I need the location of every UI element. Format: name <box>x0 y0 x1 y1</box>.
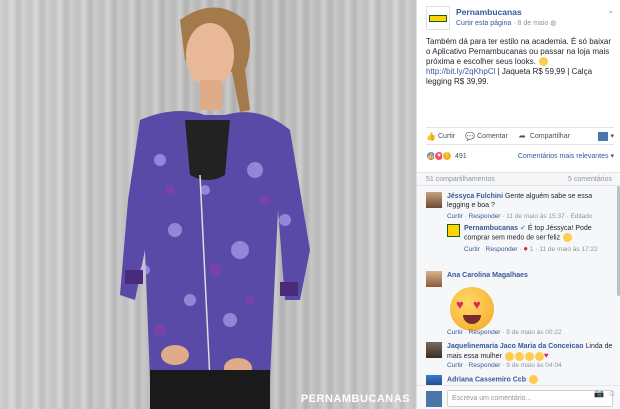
comment-meta: Curtir · Responder · 9 de maio às 04:04 <box>447 362 562 369</box>
comment-time[interactable]: 11 de maio às 15:37 <box>506 213 564 220</box>
comment-time[interactable]: 9 de maio às 04:04 <box>506 362 561 369</box>
like-button[interactable]: 👍 Curtir <box>426 132 455 141</box>
smile-emoji-icon <box>539 57 549 67</box>
comment-reply-link[interactable]: Responder <box>469 329 501 336</box>
heart-eyes-emoji-icon <box>524 351 534 361</box>
comment-like-link[interactable]: Curtir <box>447 362 463 369</box>
reply-time[interactable]: 11 de maio às 17:22 <box>539 246 597 253</box>
chevron-down-icon[interactable]: ⌄ <box>607 6 614 15</box>
comment-reply-item: Pernambucanas ✔ É top Jéssyca! Pode comp… <box>447 224 617 264</box>
globe-icon: ◍ <box>550 20 557 27</box>
comment-like-link[interactable]: Curtir <box>447 329 463 336</box>
reply-body: Pernambucanas ✔ É top Jéssyca! Pode comp… <box>464 224 614 254</box>
chevron-down-icon: ▾ <box>610 133 614 140</box>
comment-label: Comentar <box>477 132 508 140</box>
share-label: Compartilhar <box>529 132 570 140</box>
page-name-link[interactable]: Pernambucanas <box>456 7 522 17</box>
commenter-avatar[interactable] <box>426 342 442 358</box>
sticker-icon[interactable]: ☺ <box>608 389 616 398</box>
comment-sort-label: Comentários mais relevantes <box>517 153 609 160</box>
post-link[interactable]: http://bit.ly/2qKhpCl <box>426 67 495 76</box>
comment-time[interactable]: 9 de maio às 00:22 <box>506 329 561 336</box>
commenter-avatar[interactable] <box>426 192 442 208</box>
comment-edited: Editado <box>570 213 593 220</box>
heart-reaction-icon: ● <box>523 244 529 254</box>
post-photo[interactable]: PERNAMBUCANAS <box>0 0 416 409</box>
thumbs-up-icon: 👍 <box>426 131 436 141</box>
reply-like-count: 1 <box>529 246 534 254</box>
post-text-body: Também dá para ter estilo na academia. É… <box>426 37 611 66</box>
like-label: Curtir <box>438 132 456 140</box>
reactions-summary[interactable]: 👍 ♥ ! 491 Comentários mais relevantes ▾ <box>426 151 614 161</box>
reply-reply-link[interactable]: Responder <box>486 246 518 253</box>
comment-sort-dropdown[interactable]: Comentários mais relevantes ▾ <box>518 152 614 160</box>
commenter-name[interactable]: Adriana Cassemiro Ccb <box>447 376 526 383</box>
model-illustration <box>120 7 310 409</box>
commenter-name[interactable]: Ana Carolina Magalhaes <box>447 272 528 279</box>
comment-meta: Curtir · Responder · 11 de maio às 15:37… <box>447 213 593 220</box>
comment-body: Jaquelinemaria Jaco Maria da Conceicao L… <box>447 342 615 370</box>
photo-watermark: PERNAMBUCANAS <box>300 393 410 405</box>
comments-list: Jéssyca Fulchini Gente alguém sabe se es… <box>417 186 620 385</box>
post-text: Também dá para ter estilo na academia. É… <box>426 37 612 87</box>
current-user-avatar <box>426 391 442 407</box>
comment-composer: Escreva um comentário... 📷 ☺ <box>417 385 620 409</box>
comment-like-link[interactable]: Curtir <box>447 213 463 220</box>
comment-reply-link[interactable]: Responder <box>469 213 501 220</box>
post-details-panel: Pernambucanas Curtir esta página · 8 de … <box>416 0 620 409</box>
post-date[interactable]: 8 de maio <box>518 20 549 27</box>
reply-author-name[interactable]: Pernambucanas <box>464 225 518 232</box>
reply-like-link[interactable]: Curtir <box>464 246 480 253</box>
actor-avatar <box>598 131 609 141</box>
post-stats: 51 compartilhamentos 5 comentários <box>417 172 620 186</box>
heart-eyes-emoji-icon <box>504 351 514 361</box>
brand-logo <box>429 14 447 22</box>
heart-eyes-emoji-icon <box>528 375 538 384</box>
laughing-emoji-icon <box>563 233 573 242</box>
comment-body: Jéssyca Fulchini Gente alguém sabe se es… <box>447 192 615 221</box>
commenter-name[interactable]: Jéssyca Fulchini <box>447 193 503 200</box>
commenter-avatar[interactable] <box>426 375 442 385</box>
comment-button[interactable]: 💬 Comentar <box>465 132 508 141</box>
actor-selector[interactable]: ▾ <box>598 131 614 141</box>
reaction-count[interactable]: 491 <box>455 153 467 160</box>
verified-icon: ✔ <box>520 225 526 232</box>
heart-eyes-emoji-icon <box>534 351 544 361</box>
page-avatar[interactable] <box>426 6 450 30</box>
post-meta: Curtir esta página · 8 de maio ◍ <box>456 19 556 27</box>
comment-icon: 💬 <box>465 131 476 141</box>
heart-icon: ♥ <box>543 351 549 360</box>
share-button[interactable]: ➦ Compartilhar <box>518 132 570 141</box>
commenter-name[interactable]: Jaquelinemaria Jaco Maria da Conceicao <box>447 343 584 350</box>
heart-eyes-emoji-icon: ♥ ♥ <box>450 287 494 331</box>
comment-item: Adriana Cassemiro Ccb <box>426 375 616 385</box>
post-actions-bar: 👍 Curtir 💬 Comentar ➦ Compartilhar ▾ <box>426 127 614 145</box>
post-header: Pernambucanas Curtir esta página · 8 de … <box>426 6 614 32</box>
comment-meta: Curtir · Responder · 9 de maio às 00:22 <box>447 329 562 336</box>
comment-input[interactable]: Escreva um comentário... <box>447 390 613 407</box>
comment-item: Jaquelinemaria Jaco Maria da Conceicao L… <box>426 342 616 372</box>
heart-eyes-emoji-icon <box>514 351 524 361</box>
page-reply-avatar[interactable] <box>447 224 460 237</box>
comments-count[interactable]: 5 comentários <box>568 176 612 183</box>
commenter-avatar[interactable] <box>426 271 442 287</box>
reply-meta: Curtir · Responder · ● 1 · 11 de maio às… <box>464 244 598 254</box>
comment-body: Ana Carolina Magalhaes <box>447 271 615 280</box>
wow-reaction-icon: ! <box>442 151 452 161</box>
follow-page-link[interactable]: Curtir esta página <box>456 20 511 27</box>
shares-count[interactable]: 51 compartilhamentos <box>426 176 495 183</box>
camera-icon[interactable]: 📷 <box>594 389 604 398</box>
comment-reply-link[interactable]: Responder <box>469 362 501 369</box>
comment-body: Adriana Cassemiro Ccb <box>447 375 615 384</box>
share-icon: ➦ <box>519 131 526 141</box>
